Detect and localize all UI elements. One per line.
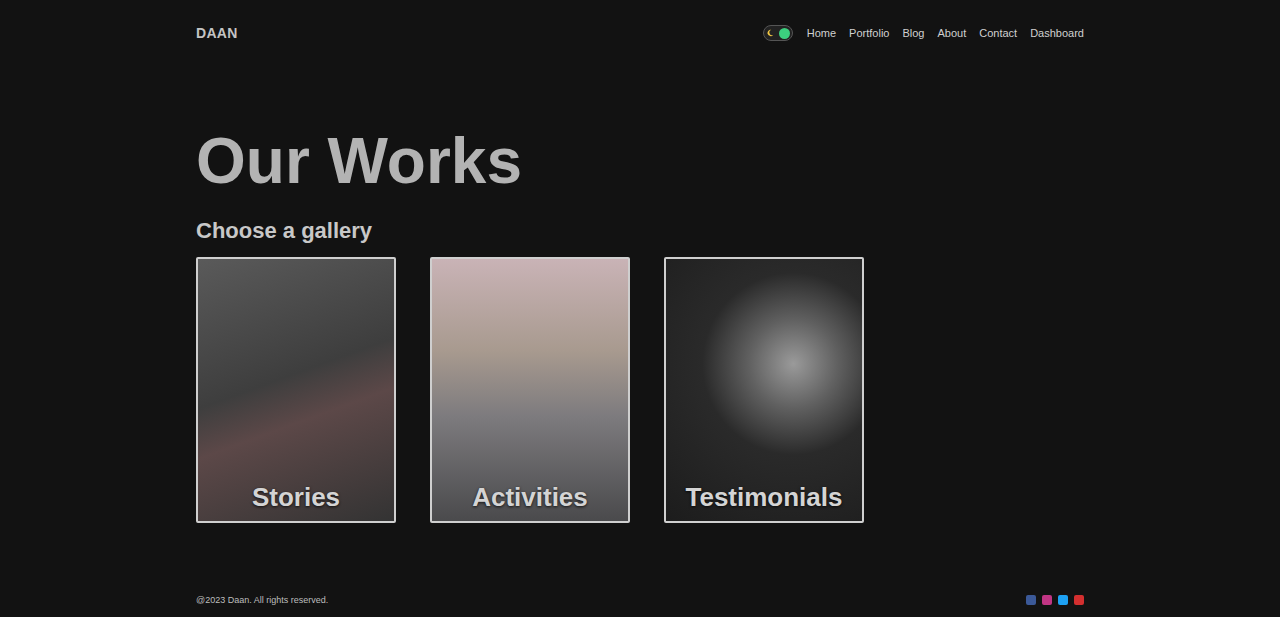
nav-link[interactable]: Dashboard <box>1030 27 1084 39</box>
gallery-list: Stories Activities Testimonials <box>196 257 1084 523</box>
nav-link[interactable]: Contact <box>979 27 1017 39</box>
gallery-label: Testimonials <box>681 482 846 521</box>
page-title: Our Works <box>196 126 1084 196</box>
gallery-label: Stories <box>248 482 344 521</box>
header: DAAN Home Portfolio Blog About Contact Dashboa… <box>196 0 1084 66</box>
copyright: @2023 Daan. All rights reserved. <box>196 595 328 605</box>
nav-bar: Home Portfolio Blog About Contact Dashboard <box>763 25 1084 41</box>
nav-link[interactable]: Blog <box>902 27 924 39</box>
nav-link[interactable]: Portfolio <box>849 27 889 39</box>
logo[interactable]: DAAN <box>196 25 238 41</box>
nav-link[interactable]: About <box>938 27 967 39</box>
facebook-icon[interactable] <box>1026 595 1036 605</box>
theme-toggle[interactable] <box>763 25 793 41</box>
twitter-icon[interactable] <box>1058 595 1068 605</box>
toggle-knob <box>779 28 790 39</box>
footer: @2023 Daan. All rights reserved. <box>196 595 1084 617</box>
social-links <box>1026 595 1084 605</box>
page-subtitle: Choose a gallery <box>196 218 1084 244</box>
moon-icon <box>766 29 774 37</box>
gallery-card[interactable]: Stories <box>196 257 396 523</box>
gallery-label: Activities <box>468 482 592 521</box>
gallery-card[interactable]: Activities <box>430 257 630 523</box>
gallery-card[interactable]: Testimonials <box>664 257 864 523</box>
nav-link[interactable]: Home <box>807 27 836 39</box>
instagram-icon[interactable] <box>1042 595 1052 605</box>
youtube-icon[interactable] <box>1074 595 1084 605</box>
